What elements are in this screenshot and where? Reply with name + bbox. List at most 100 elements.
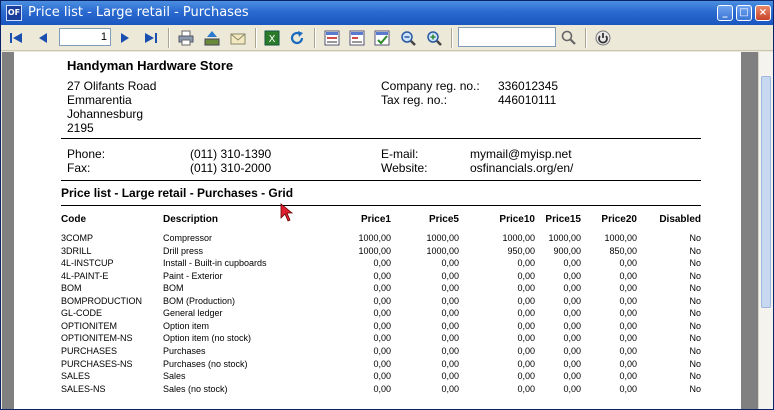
cell-disabled: No — [689, 258, 701, 269]
cell-price5: 0,00 — [441, 383, 459, 394]
cell-price5: 0,00 — [441, 345, 459, 356]
layout-3-icon[interactable] — [372, 28, 392, 48]
app-icon: OF — [6, 5, 22, 21]
cell-code: OPTIONITEM-NS — [61, 333, 133, 344]
cell-description: General ledger — [163, 308, 223, 319]
scrollbar-thumb[interactable] — [761, 76, 771, 308]
cell-price10: 0,00 — [517, 333, 535, 344]
zoom-in-icon[interactable] — [424, 28, 444, 48]
cell-description: Sales — [163, 371, 186, 382]
report-preview-area: Handyman Hardware Store 27 Olifants Road… — [2, 52, 773, 409]
layout-1-icon[interactable] — [322, 28, 342, 48]
page-number-input[interactable] — [59, 28, 111, 46]
cell-price20: 0,00 — [619, 283, 637, 294]
address-line: 27 Olifants Road — [67, 79, 157, 93]
cell-price10: 0,00 — [517, 320, 535, 331]
svg-text:X: X — [269, 34, 276, 45]
cell-price10: 1000,00 — [502, 233, 535, 243]
cell-disabled: No — [689, 233, 701, 243]
cell-price1: 0,00 — [373, 383, 391, 394]
tax-reg-value: 446010111 — [498, 93, 557, 107]
window-title: Price list - Large retail - Purchases — [28, 5, 249, 20]
cell-code: 3COMP — [61, 233, 94, 243]
cell-disabled: No — [689, 308, 701, 319]
address-line: Emmarentia — [67, 93, 132, 107]
company-name: Handyman Hardware Store — [67, 58, 234, 73]
cell-price20: 0,00 — [619, 308, 637, 319]
search-input[interactable] — [458, 27, 556, 47]
cell-price5: 0,00 — [441, 358, 459, 369]
cell-price5: 0,00 — [441, 295, 459, 306]
export-icon[interactable] — [202, 28, 222, 48]
divider — [61, 180, 701, 181]
cell-description: Drill press — [163, 245, 204, 256]
mouse-cursor-icon — [280, 203, 294, 222]
cell-price1: 0,00 — [373, 258, 391, 269]
cell-disabled: No — [689, 333, 701, 344]
cell-price20: 0,00 — [619, 383, 637, 394]
next-page-icon[interactable] — [115, 28, 135, 48]
cell-code: 3DRILL — [61, 245, 92, 256]
vertical-scrollbar[interactable] — [758, 52, 773, 409]
cell-code: BOMPRODUCTION — [61, 295, 142, 306]
maximize-button[interactable]: □ — [736, 5, 752, 21]
cell-price5: 0,00 — [441, 283, 459, 294]
cell-price20: 0,00 — [619, 270, 637, 281]
report-page: Handyman Hardware Store 27 Olifants Road… — [14, 52, 741, 409]
refresh-icon[interactable] — [287, 28, 307, 48]
website-label: Website: — [381, 161, 428, 175]
layout-2-icon[interactable] — [347, 28, 367, 48]
cell-price5: 1000,00 — [426, 245, 459, 256]
email-icon[interactable] — [228, 28, 248, 48]
toolbar-separator — [255, 28, 257, 48]
cell-price20: 0,00 — [619, 333, 637, 344]
cell-price10: 0,00 — [517, 383, 535, 394]
cell-price20: 0,00 — [619, 295, 637, 306]
minimize-button[interactable]: _ — [717, 5, 733, 21]
cell-price15: 0,00 — [563, 258, 581, 269]
cell-price1: 1000,00 — [358, 233, 391, 243]
cell-description: Option item (no stock) — [163, 333, 252, 344]
toolbar-separator — [451, 28, 453, 48]
close-preview-icon[interactable] — [593, 28, 613, 48]
toolbar-separator — [314, 28, 316, 48]
cell-price10: 0,00 — [517, 270, 535, 281]
cell-price15: 0,00 — [563, 320, 581, 331]
cell-description: Compressor — [163, 233, 213, 243]
website-value: osfinancials.org/en/ — [470, 161, 574, 175]
column-header-price20: Price20 — [601, 214, 637, 225]
title-bar[interactable]: OF Price list - Large retail - Purchases… — [1, 1, 773, 25]
cell-price15: 0,00 — [563, 270, 581, 281]
first-page-icon[interactable] — [6, 28, 26, 48]
cell-disabled: No — [689, 270, 701, 281]
cell-code: 4L-INSTCUP — [61, 258, 114, 269]
divider — [61, 205, 701, 206]
cell-price5: 0,00 — [441, 308, 459, 319]
cell-price10: 0,00 — [517, 358, 535, 369]
cell-price15: 1000,00 — [548, 233, 581, 243]
cell-disabled: No — [689, 358, 701, 369]
phone-label: Phone: — [67, 147, 106, 161]
cell-description: BOM (Production) — [163, 295, 236, 306]
cell-price10: 0,00 — [517, 295, 535, 306]
zoom-out-icon[interactable] — [398, 28, 418, 48]
fax-label: Fax: — [67, 161, 91, 175]
cell-code: SALES-NS — [61, 383, 106, 394]
cell-code: 4L-PAINT-E — [61, 270, 109, 281]
cell-price1: 1000,00 — [358, 245, 391, 256]
cell-price10: 950,00 — [507, 245, 535, 256]
cell-disabled: No — [689, 245, 701, 256]
cell-price15: 0,00 — [563, 371, 581, 382]
cell-description: BOM — [163, 283, 184, 294]
cell-price20: 1000,00 — [604, 233, 637, 243]
toolbar-separator — [585, 28, 587, 48]
excel-icon[interactable]: X — [262, 28, 282, 48]
company-reg-value: 336012345 — [498, 79, 559, 93]
close-button[interactable]: × — [755, 5, 771, 21]
search-icon[interactable] — [559, 28, 579, 48]
cell-price1: 0,00 — [373, 308, 391, 319]
cell-price1: 0,00 — [373, 333, 391, 344]
previous-page-icon[interactable] — [33, 28, 53, 48]
last-page-icon[interactable] — [141, 28, 161, 48]
print-icon[interactable] — [176, 28, 196, 48]
